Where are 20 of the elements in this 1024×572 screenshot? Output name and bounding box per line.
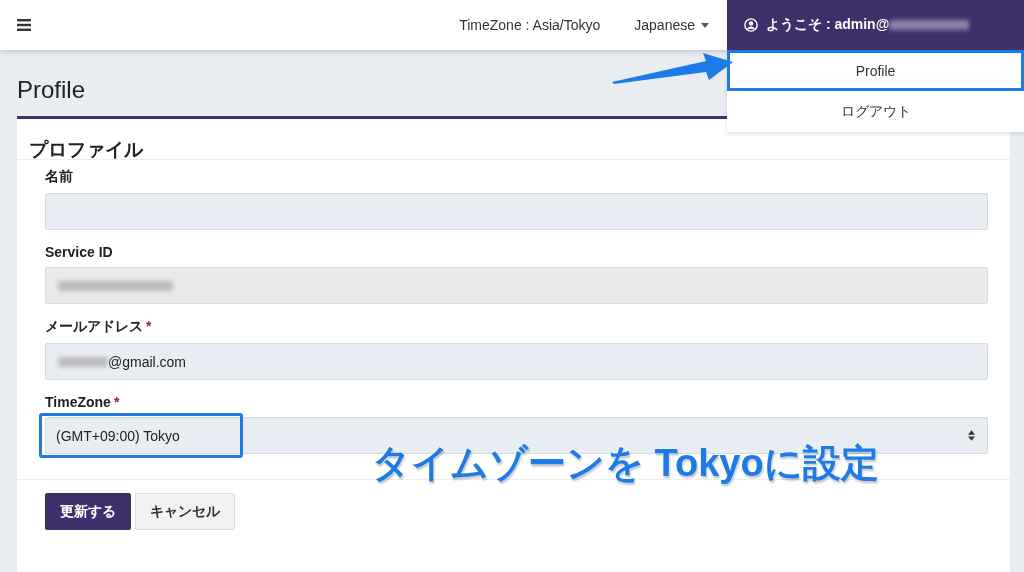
- field-label: TimeZone: [45, 394, 111, 410]
- caret-icon: [701, 22, 709, 28]
- menu-icon[interactable]: [17, 19, 31, 31]
- field-label: 名前: [45, 168, 73, 186]
- input-field[interactable]: [45, 193, 988, 230]
- page-title: Profile: [17, 75, 86, 105]
- select-arrows-icon: [968, 430, 975, 441]
- required-mark: *: [146, 318, 152, 334]
- timezone-label: TimeZone : Asia/Tokyo: [459, 17, 601, 33]
- user-menu-button[interactable]: ようこそ : admin@: [727, 0, 1024, 50]
- readonly-field[interactable]: [45, 267, 988, 304]
- field-label: メールアドレス: [45, 318, 143, 336]
- update-button[interactable]: 更新する: [45, 493, 131, 530]
- menu-item[interactable]: Profile: [727, 50, 1024, 91]
- field-label: Service ID: [45, 244, 113, 260]
- user-icon: [744, 18, 758, 32]
- language-dropdown[interactable]: Japanese: [634, 17, 709, 33]
- cancel-button[interactable]: キャンセル: [135, 493, 235, 530]
- required-mark: *: [113, 394, 120, 410]
- input-field[interactable]: @gmail.com: [45, 343, 988, 380]
